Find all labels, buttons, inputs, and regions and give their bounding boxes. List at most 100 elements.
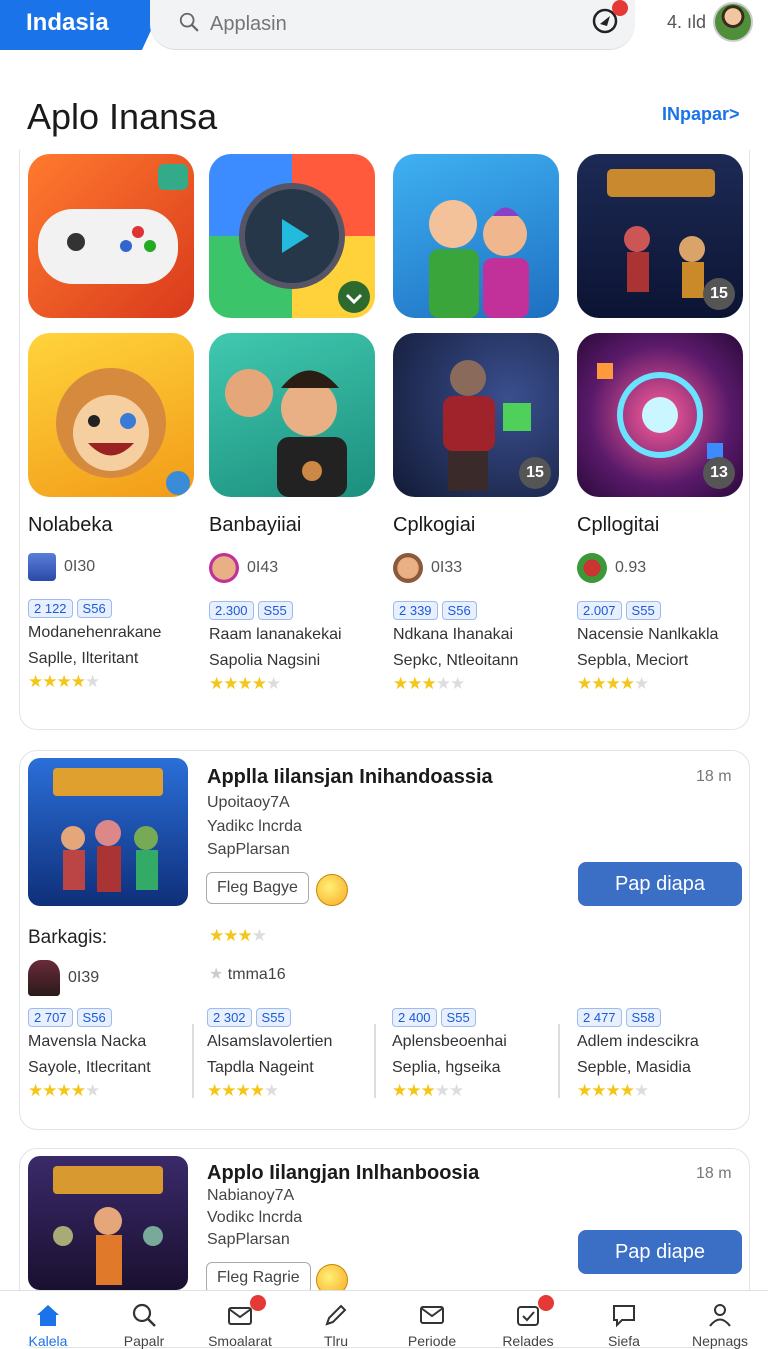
nav-updates[interactable]: Relades bbox=[480, 1291, 576, 1349]
app-tile-fist-hero[interactable] bbox=[209, 333, 375, 497]
chip-row: 2 400 S55 bbox=[392, 1008, 562, 1027]
app-desc: Alsamslavolertien bbox=[207, 1033, 333, 1050]
face-icon bbox=[209, 553, 239, 583]
brand-logo[interactable]: Indasia bbox=[0, 0, 165, 50]
notification-badge bbox=[538, 1295, 554, 1311]
section-label: Barkagis: bbox=[28, 927, 108, 948]
app-tile-cartoon-heroes[interactable] bbox=[393, 154, 559, 318]
price-chip: S56 bbox=[76, 599, 112, 618]
developer-id: 0.93 bbox=[615, 559, 647, 576]
chip-row: 2 302 S55 bbox=[207, 1008, 377, 1027]
divider bbox=[558, 1024, 560, 1098]
nav-label: Relades bbox=[502, 1333, 554, 1349]
install-button[interactable]: Pap diapa bbox=[578, 862, 742, 906]
app-tile-monkey[interactable] bbox=[28, 333, 194, 497]
divider bbox=[192, 1024, 194, 1098]
grid-app-info[interactable]: Cplkogiai 0I33 2 339 S56 Ndkana Ihanakai … bbox=[393, 514, 563, 694]
pen-icon bbox=[325, 1304, 347, 1326]
chip-row: 2 122 S56 bbox=[28, 599, 198, 618]
app-desc: Raam lananakekai bbox=[209, 626, 342, 643]
nav-edit[interactable]: Tlru bbox=[288, 1291, 384, 1349]
mini-rating: ★ tmma16 bbox=[209, 966, 286, 983]
featured-app-info[interactable]: 2 400 S55 Aplensbeoenhai Seplia, hgseika … bbox=[392, 992, 562, 1101]
nav-messages[interactable]: Smoalarat bbox=[192, 1291, 288, 1349]
star-rating: ★★★★★ bbox=[28, 672, 100, 691]
grid-app-info[interactable]: Nolabeka 0I30 2 122 S56 Modanehenrakane S… bbox=[28, 514, 198, 692]
app-tile-warrior[interactable]: 15 bbox=[393, 333, 559, 497]
featured-app-info[interactable]: 2 477 S58 Adlem indescikra Sepble, Masidi… bbox=[577, 992, 747, 1101]
star-rating: ★★★★★ bbox=[207, 1081, 279, 1100]
star-rating: ★★★★★ bbox=[393, 674, 465, 693]
avatar[interactable] bbox=[713, 2, 753, 42]
star-rating: ★★★★★ bbox=[209, 674, 281, 693]
app-desc: Aplensbeoenhai bbox=[392, 1033, 507, 1050]
tag-button[interactable]: Fleg Bagye bbox=[206, 872, 309, 904]
featured-publisher: SapPlarsan bbox=[207, 1231, 290, 1248]
nav-label: Periode bbox=[407, 1333, 457, 1349]
app-desc: Modanehenrakane bbox=[28, 624, 162, 641]
nav-inbox[interactable]: Periode bbox=[384, 1291, 480, 1349]
nav-chat[interactable]: Siefa bbox=[576, 1291, 672, 1349]
chip-row: 2.007 S55 bbox=[577, 601, 747, 620]
nav-profile[interactable]: Nepnags bbox=[672, 1291, 768, 1349]
chip-row: 2 339 S56 bbox=[393, 601, 563, 620]
grid-app-info[interactable]: Cpllogitai 0.93 2.007 S55 Nacensie Nanlka… bbox=[577, 514, 747, 694]
featured-image[interactable] bbox=[28, 758, 188, 906]
price-chip: S55 bbox=[440, 1008, 476, 1027]
featured-time: 18 m bbox=[696, 1165, 732, 1182]
face-icon bbox=[393, 553, 423, 583]
featured-publisher: SapPlarsan bbox=[207, 841, 290, 858]
creature-icon bbox=[28, 960, 60, 996]
search-icon bbox=[179, 12, 199, 32]
see-more-link[interactable]: INpapar> bbox=[662, 104, 740, 125]
version-chip: 2 122 bbox=[28, 599, 73, 618]
app-publisher: Seplia, hgseika bbox=[392, 1059, 501, 1076]
app-tile-controller[interactable] bbox=[28, 154, 194, 318]
chat-bubble-icon bbox=[613, 1305, 635, 1328]
app-desc: Ndkana Ihanakai bbox=[393, 626, 514, 643]
app-name: Cpllogitai bbox=[577, 514, 660, 536]
featured-category: Vodikc lncrda bbox=[207, 1209, 303, 1226]
app-tile-portal[interactable]: 13 bbox=[577, 333, 743, 497]
game-art-icon bbox=[53, 768, 163, 892]
rating-indicator: 4. ıld bbox=[667, 12, 707, 32]
app-desc: Mavensla Nacka bbox=[28, 1033, 147, 1050]
app-name: Banbayiiai bbox=[209, 514, 302, 536]
notification-badge bbox=[250, 1295, 266, 1311]
character-icon bbox=[577, 553, 607, 583]
version-chip: 2 339 bbox=[393, 601, 438, 620]
app-publisher: Sapolia Nagsini bbox=[209, 652, 321, 669]
notification-badge bbox=[612, 0, 628, 16]
featured-subtitle: Nabianoy7A bbox=[207, 1187, 295, 1204]
chip-row: 2 477 S58 bbox=[577, 1008, 747, 1027]
app-tile-arena[interactable]: 15 bbox=[577, 154, 743, 318]
developer-id: 0I33 bbox=[431, 559, 463, 576]
featured-app-info[interactable]: 2 707 S56 Mavensla Nacka Sayole, Itlecrit… bbox=[28, 992, 198, 1101]
nav-home[interactable]: Kalela bbox=[0, 1291, 96, 1349]
grid-app-info[interactable]: Banbayiiai 0I43 2.300 S55 Raam lananakeka… bbox=[209, 514, 379, 694]
app-publisher: Saplle, Ilteritant bbox=[28, 650, 139, 667]
search-bar[interactable] bbox=[150, 0, 635, 50]
nav-search[interactable]: Papalr bbox=[96, 1291, 192, 1349]
featured-app-info[interactable]: 2 302 S55 Alsamslavolertien Tapdla Nagein… bbox=[207, 992, 377, 1101]
app-desc: Nacensie Nanlkakla bbox=[577, 626, 719, 643]
developer-row: 0.93 bbox=[577, 553, 747, 583]
home-icon bbox=[37, 1305, 59, 1326]
count-badge: 15 bbox=[519, 457, 551, 489]
hero-icon bbox=[225, 369, 347, 497]
app-publisher: Sepble, Masidia bbox=[577, 1059, 691, 1076]
install-button[interactable]: Pap diape bbox=[578, 1230, 742, 1274]
developer-code: 0I39 bbox=[68, 969, 100, 986]
top-bar: Indasia 4. ıld bbox=[0, 0, 768, 52]
developer-id: 0I43 bbox=[247, 559, 279, 576]
star-rating: ★★★★★ bbox=[577, 674, 649, 693]
monkey-icon bbox=[56, 368, 190, 495]
search-input[interactable] bbox=[210, 9, 570, 39]
featured-title[interactable]: Applo Iilangjan Inlhanboosia bbox=[207, 1162, 479, 1185]
featured-image[interactable] bbox=[28, 1156, 188, 1290]
price-chip: S55 bbox=[257, 601, 293, 620]
featured-title[interactable]: Applla Iilansjan Inihandoassia bbox=[207, 766, 493, 789]
app-tile-spinner[interactable] bbox=[209, 154, 375, 318]
nav-label: Kalela bbox=[28, 1333, 68, 1349]
version-chip: 2 400 bbox=[392, 1008, 437, 1027]
